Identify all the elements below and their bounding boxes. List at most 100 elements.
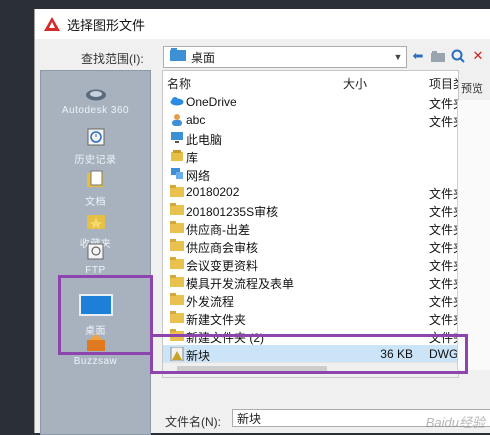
up-folder-icon[interactable]	[429, 47, 447, 65]
column-headers: 名称 大小 项目类	[163, 71, 458, 93]
file-row[interactable]: 20180202 文件夹	[163, 183, 458, 201]
favorites-icon	[41, 211, 150, 234]
file-name: 供应商会审核	[186, 241, 259, 255]
file-name: 库	[186, 151, 199, 165]
column-header-size[interactable]: 大小	[343, 75, 367, 92]
file-name: 201801235S审核	[186, 205, 279, 219]
delete-icon[interactable]: ✕	[469, 47, 487, 65]
file-name-row: 文件名(N):	[35, 409, 490, 431]
file-type: DWG	[429, 347, 459, 361]
file-row[interactable]: 外发流程 文件夹	[163, 291, 458, 309]
folder-icon	[170, 275, 184, 288]
folder-icon	[170, 185, 184, 198]
file-row[interactable]: 库	[163, 147, 458, 165]
file-type: 文件夹	[429, 205, 458, 219]
look-in-row: 查找范围(I): 桌面 ▼ ⬅ ✕	[35, 46, 490, 70]
file-name: abc	[186, 113, 206, 127]
file-name: 新建文件夹	[186, 313, 247, 327]
file-type: 文件夹	[429, 331, 458, 345]
back-arrow-icon[interactable]: ⬅	[409, 47, 427, 65]
file-row[interactable]: 新建文件夹 (2) 文件夹	[163, 327, 458, 345]
file-type: 文件夹	[429, 259, 458, 273]
search-web-icon[interactable]	[449, 47, 467, 65]
places-sidebar: Autodesk 360 历史记录 文档 收藏夹 FTP	[40, 70, 151, 435]
documents-icon	[41, 169, 150, 192]
file-type: 文件夹	[429, 223, 458, 237]
place-label: Autodesk 360	[61, 105, 130, 116]
cloud-icon	[41, 87, 150, 104]
file-row[interactable]: 模具开发流程及表单 文件夹	[163, 273, 458, 291]
horizontal-scrollbar[interactable]	[163, 362, 458, 377]
column-header-type[interactable]: 项目类	[429, 75, 458, 92]
preview-label: 预览	[461, 83, 483, 95]
file-row[interactable]: 此电脑	[163, 129, 458, 147]
file-row[interactable]: 新块 36 KB DWG	[163, 345, 458, 363]
look-in-combo[interactable]: 桌面 ▼	[163, 46, 407, 68]
watermark: Baidu经验	[425, 415, 485, 430]
select-file-dialog: 选择图形文件 查找范围(I): 桌面 ▼ ⬅ ✕ Autodesk 360 历史…	[34, 9, 490, 435]
file-name: 会议变更资料	[186, 259, 259, 273]
file-row[interactable]: 供应商-出差 文件夹	[163, 219, 458, 237]
file-row[interactable]: 新建文件夹 文件夹	[163, 309, 458, 327]
look-in-label: 查找范围(I):	[81, 52, 144, 66]
file-name: 供应商-出差	[186, 223, 250, 237]
place-history[interactable]: 历史记录	[41, 127, 150, 166]
ftp-icon	[41, 243, 150, 264]
folder-icon	[170, 221, 184, 234]
history-icon	[41, 127, 150, 150]
file-row[interactable]: abc 文件夹	[163, 111, 458, 129]
look-in-value: 桌面	[191, 50, 216, 65]
file-name: 此电脑	[186, 133, 223, 147]
title-bar: 选择图形文件	[35, 9, 490, 39]
folder-icon	[170, 311, 184, 324]
file-name: 20180202	[186, 185, 240, 199]
column-header-name[interactable]: 名称	[167, 75, 191, 92]
file-name: OneDrive	[186, 95, 237, 109]
dialog-title: 选择图形文件	[67, 17, 146, 33]
computer-icon	[170, 131, 184, 144]
scrollbar-thumb[interactable]	[177, 366, 327, 374]
file-type: 文件夹	[429, 97, 458, 111]
file-type: 文件夹	[429, 115, 458, 129]
place-documents[interactable]: 文档	[41, 169, 150, 208]
desktop-folder-icon	[170, 48, 186, 66]
file-name: 新建文件夹 (2)	[186, 331, 265, 345]
file-row[interactable]: 会议变更资料 文件夹	[163, 255, 458, 273]
desktop-icon	[41, 294, 150, 321]
file-row[interactable]: 供应商会审核 文件夹	[163, 237, 458, 255]
chevron-down-icon[interactable]: ▼	[390, 52, 406, 62]
file-name-label: 文件名(N):	[165, 415, 221, 429]
file-row[interactable]: 201801235S审核 文件夹	[163, 201, 458, 219]
place-label: 历史记录	[74, 155, 117, 166]
folder-icon	[170, 239, 184, 252]
place-desktop[interactable]: 桌面	[41, 294, 150, 337]
place-label: 文档	[85, 197, 106, 208]
place-buzzsaw[interactable]: Buzzsaw	[41, 334, 150, 367]
autocad-icon	[43, 16, 61, 32]
file-row[interactable]: 网络	[163, 165, 458, 183]
file-type: 文件夹	[429, 241, 458, 255]
file-list[interactable]: 名称 大小 项目类 OneDrive文件夹abc文件夹此电脑库网络2018020…	[162, 70, 459, 378]
place-ftp[interactable]: FTP	[41, 243, 150, 276]
file-name: 模具开发流程及表单	[186, 277, 295, 291]
network-icon	[170, 167, 184, 180]
place-label: FTP	[85, 265, 106, 276]
file-row[interactable]: OneDrive 文件夹	[163, 93, 458, 111]
file-type: 文件夹	[429, 277, 458, 291]
folder-icon	[170, 293, 184, 306]
file-size: 36 KB	[380, 347, 413, 361]
buzzsaw-icon	[41, 334, 150, 355]
place-autodesk-360[interactable]: Autodesk 360	[41, 87, 150, 116]
file-name: 外发流程	[186, 295, 235, 309]
file-type: 文件夹	[429, 295, 458, 309]
folder-icon	[170, 203, 184, 216]
place-label: Buzzsaw	[73, 356, 118, 367]
file-name: 网络	[186, 169, 211, 183]
folder-icon	[170, 257, 184, 270]
user-icon	[170, 113, 184, 126]
folder-icon	[170, 329, 184, 342]
preview-pane	[457, 100, 490, 370]
dwg-file-icon	[170, 346, 184, 362]
file-type: 文件夹	[429, 187, 458, 201]
file-type: 文件夹	[429, 313, 458, 327]
